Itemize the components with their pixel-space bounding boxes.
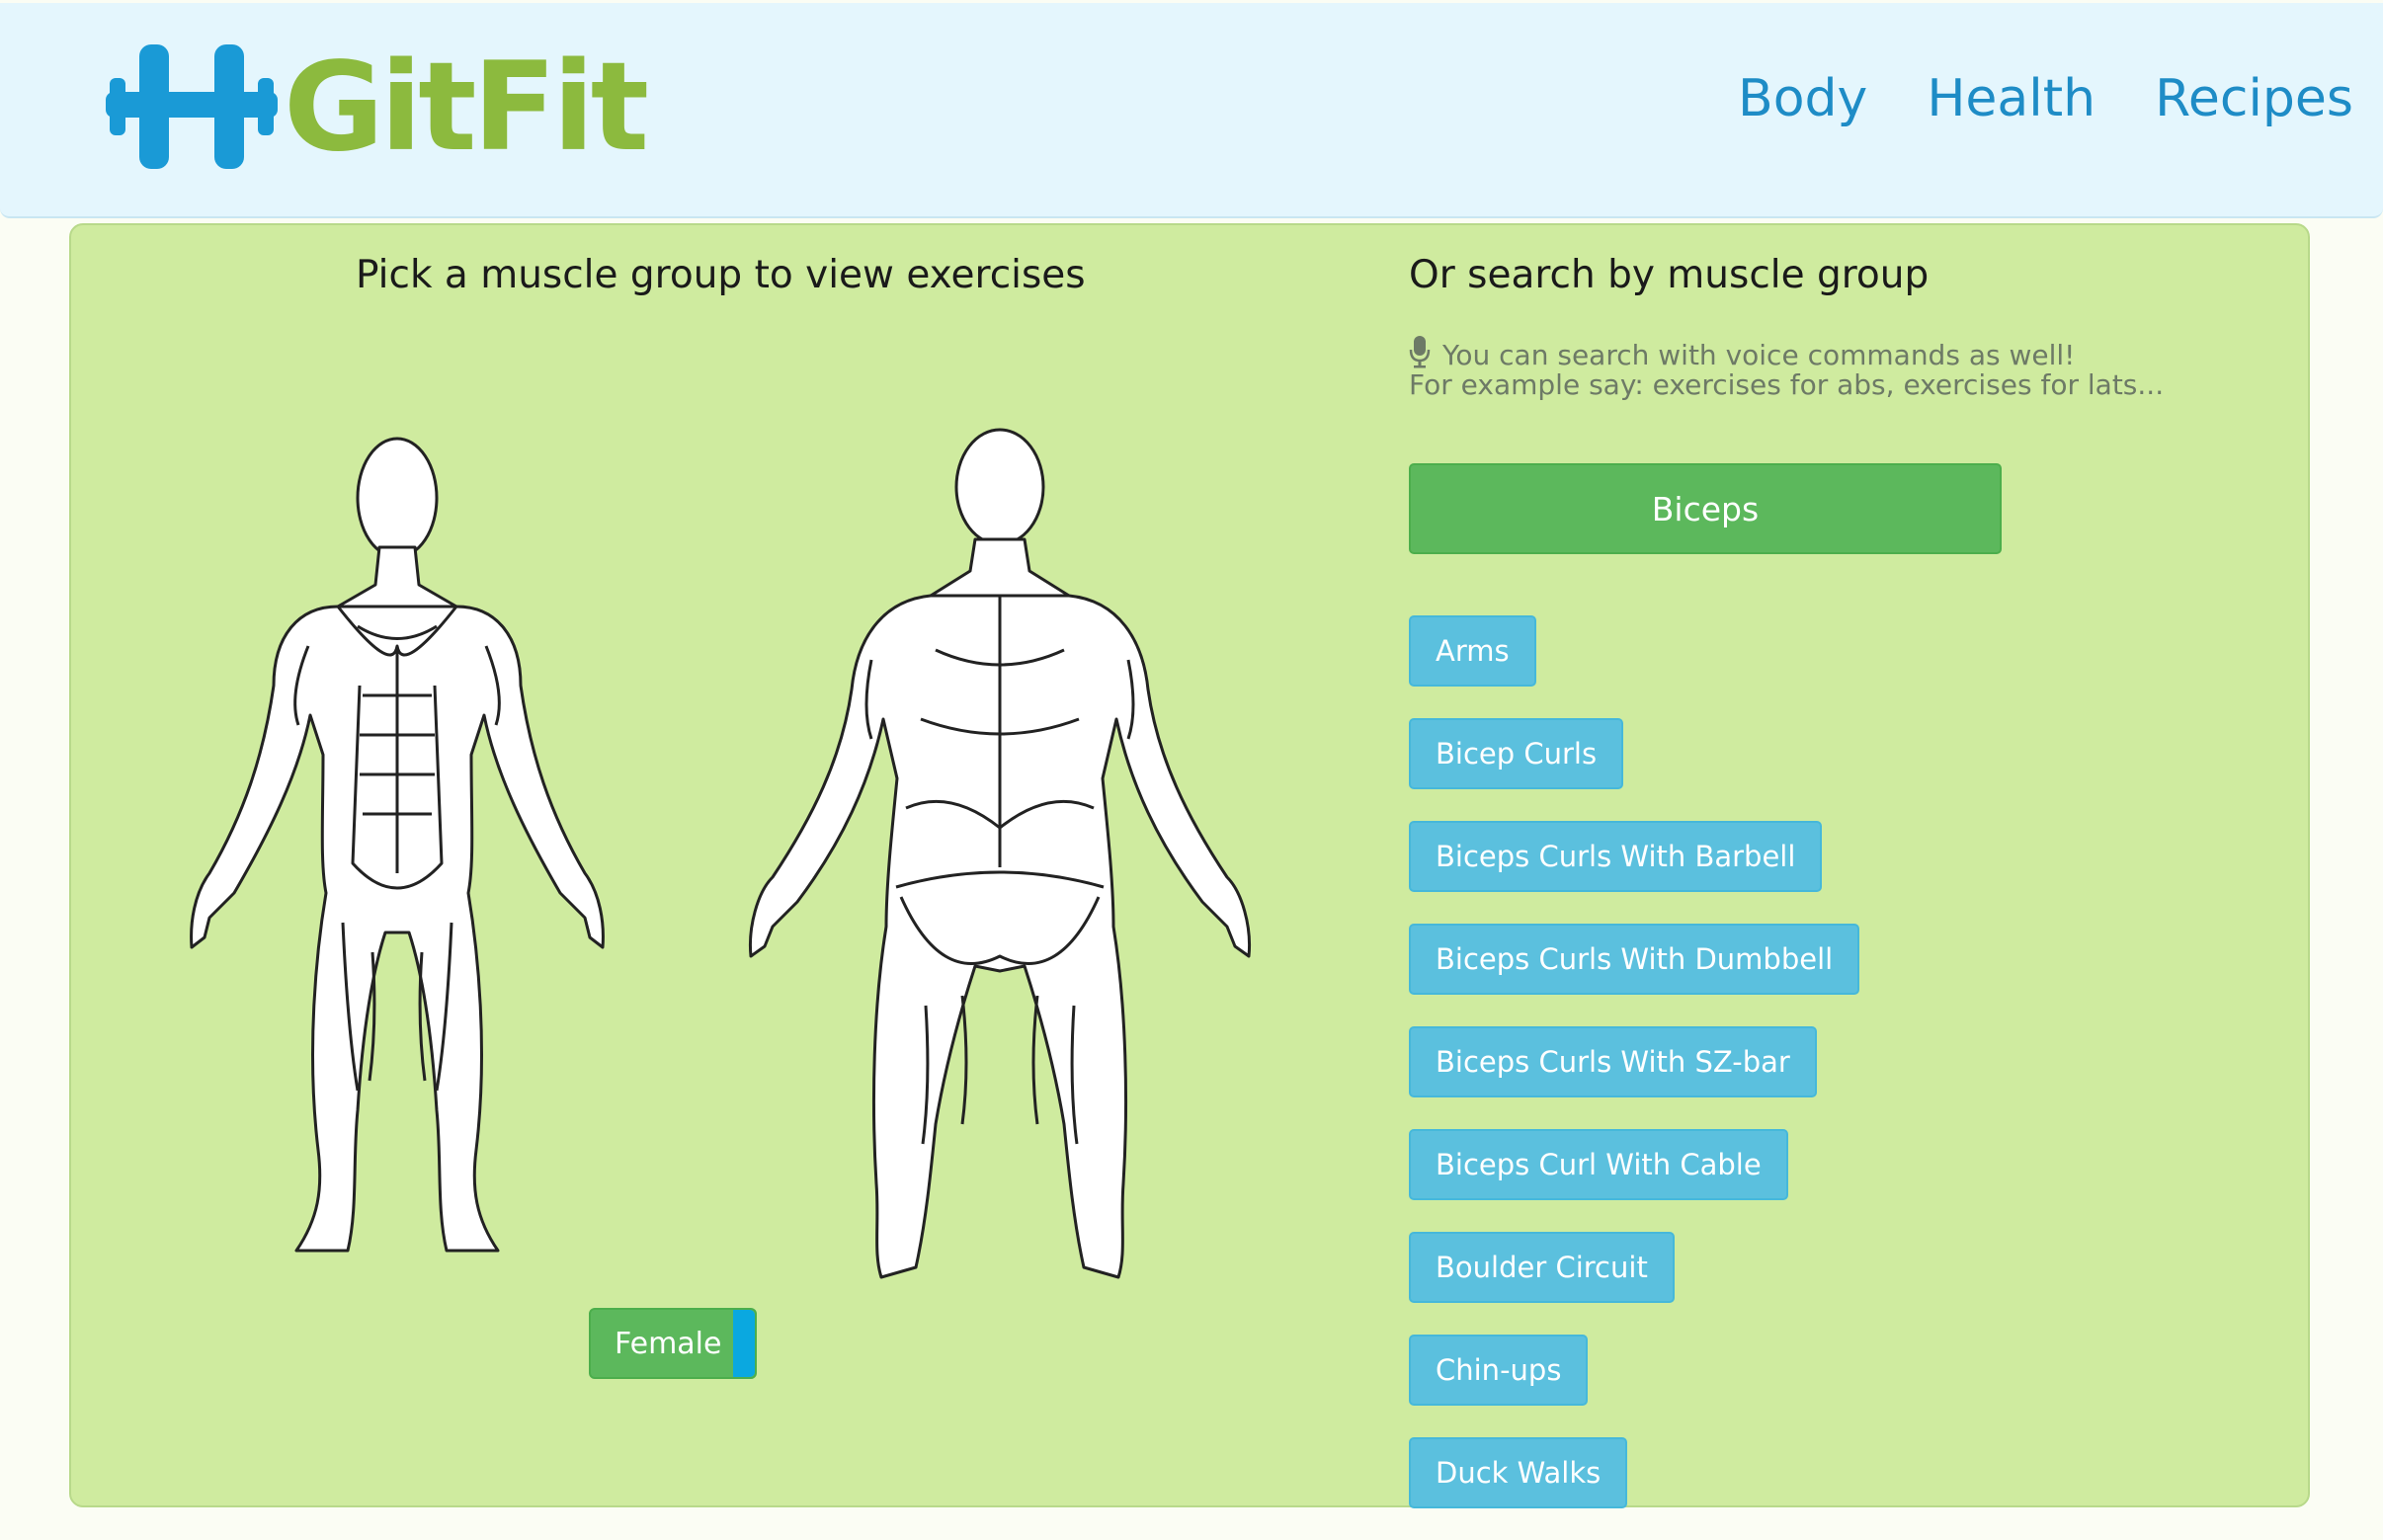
body-back-figure[interactable] [703, 393, 1296, 1292]
selected-muscle-group-button[interactable]: Biceps [1409, 463, 2002, 554]
brand-name: GitFit [284, 37, 649, 179]
exercise-button[interactable]: Biceps Curls With Dumbbell [1409, 924, 1860, 995]
nav-link-recipes[interactable]: Recipes [2155, 68, 2353, 129]
gender-toggle[interactable]: Female [589, 1308, 757, 1379]
voice-hint-line-2: For example say: exercises for abs, exer… [1409, 368, 2165, 401]
microphone-icon [1409, 336, 1431, 368]
exercise-button[interactable]: Biceps Curls With Barbell [1409, 821, 1823, 892]
voice-hint-line-1: You can search with voice commands as we… [1442, 339, 2076, 371]
brand-logo[interactable]: GitFit [106, 37, 649, 179]
exercise-button[interactable]: Biceps Curl With Cable [1409, 1129, 1788, 1200]
exercise-button[interactable]: Duck Walks [1409, 1437, 1628, 1508]
nav-link-body[interactable]: Body [1738, 68, 1867, 129]
exercise-button[interactable]: Bicep Curls [1409, 718, 1624, 789]
main-nav: Body Health Recipes [1679, 68, 2353, 129]
navbar: GitFit Body Health Recipes [0, 3, 2383, 218]
gender-toggle-label: Female [615, 1326, 722, 1361]
exercise-button[interactable]: Chin-ups [1409, 1335, 1589, 1406]
body-front-figure[interactable] [150, 399, 644, 1288]
exercise-list: Arms Bicep Curls Biceps Curls With Barbe… [1409, 615, 2219, 1508]
voice-hint: You can search with voice commands as we… [1409, 335, 2219, 400]
muscle-search-column: Or search by muscle group You can search… [1409, 253, 2219, 1540]
muscle-picker-title: Pick a muscle group to view exercises [356, 253, 1086, 297]
nav-link-health[interactable]: Health [1927, 68, 2095, 129]
dumbbell-logo-icon [106, 44, 278, 169]
exercise-button[interactable]: Biceps Curls With SZ-bar [1409, 1026, 1817, 1097]
muscle-search-title: Or search by muscle group [1409, 253, 1930, 297]
exercise-button[interactable]: Boulder Circuit [1409, 1232, 1675, 1303]
toggle-knob[interactable] [733, 1310, 755, 1377]
exercise-button[interactable]: Arms [1409, 615, 1536, 687]
muscle-picker-panel: Pick a muscle group to view exercises Fe… [69, 223, 2310, 1508]
